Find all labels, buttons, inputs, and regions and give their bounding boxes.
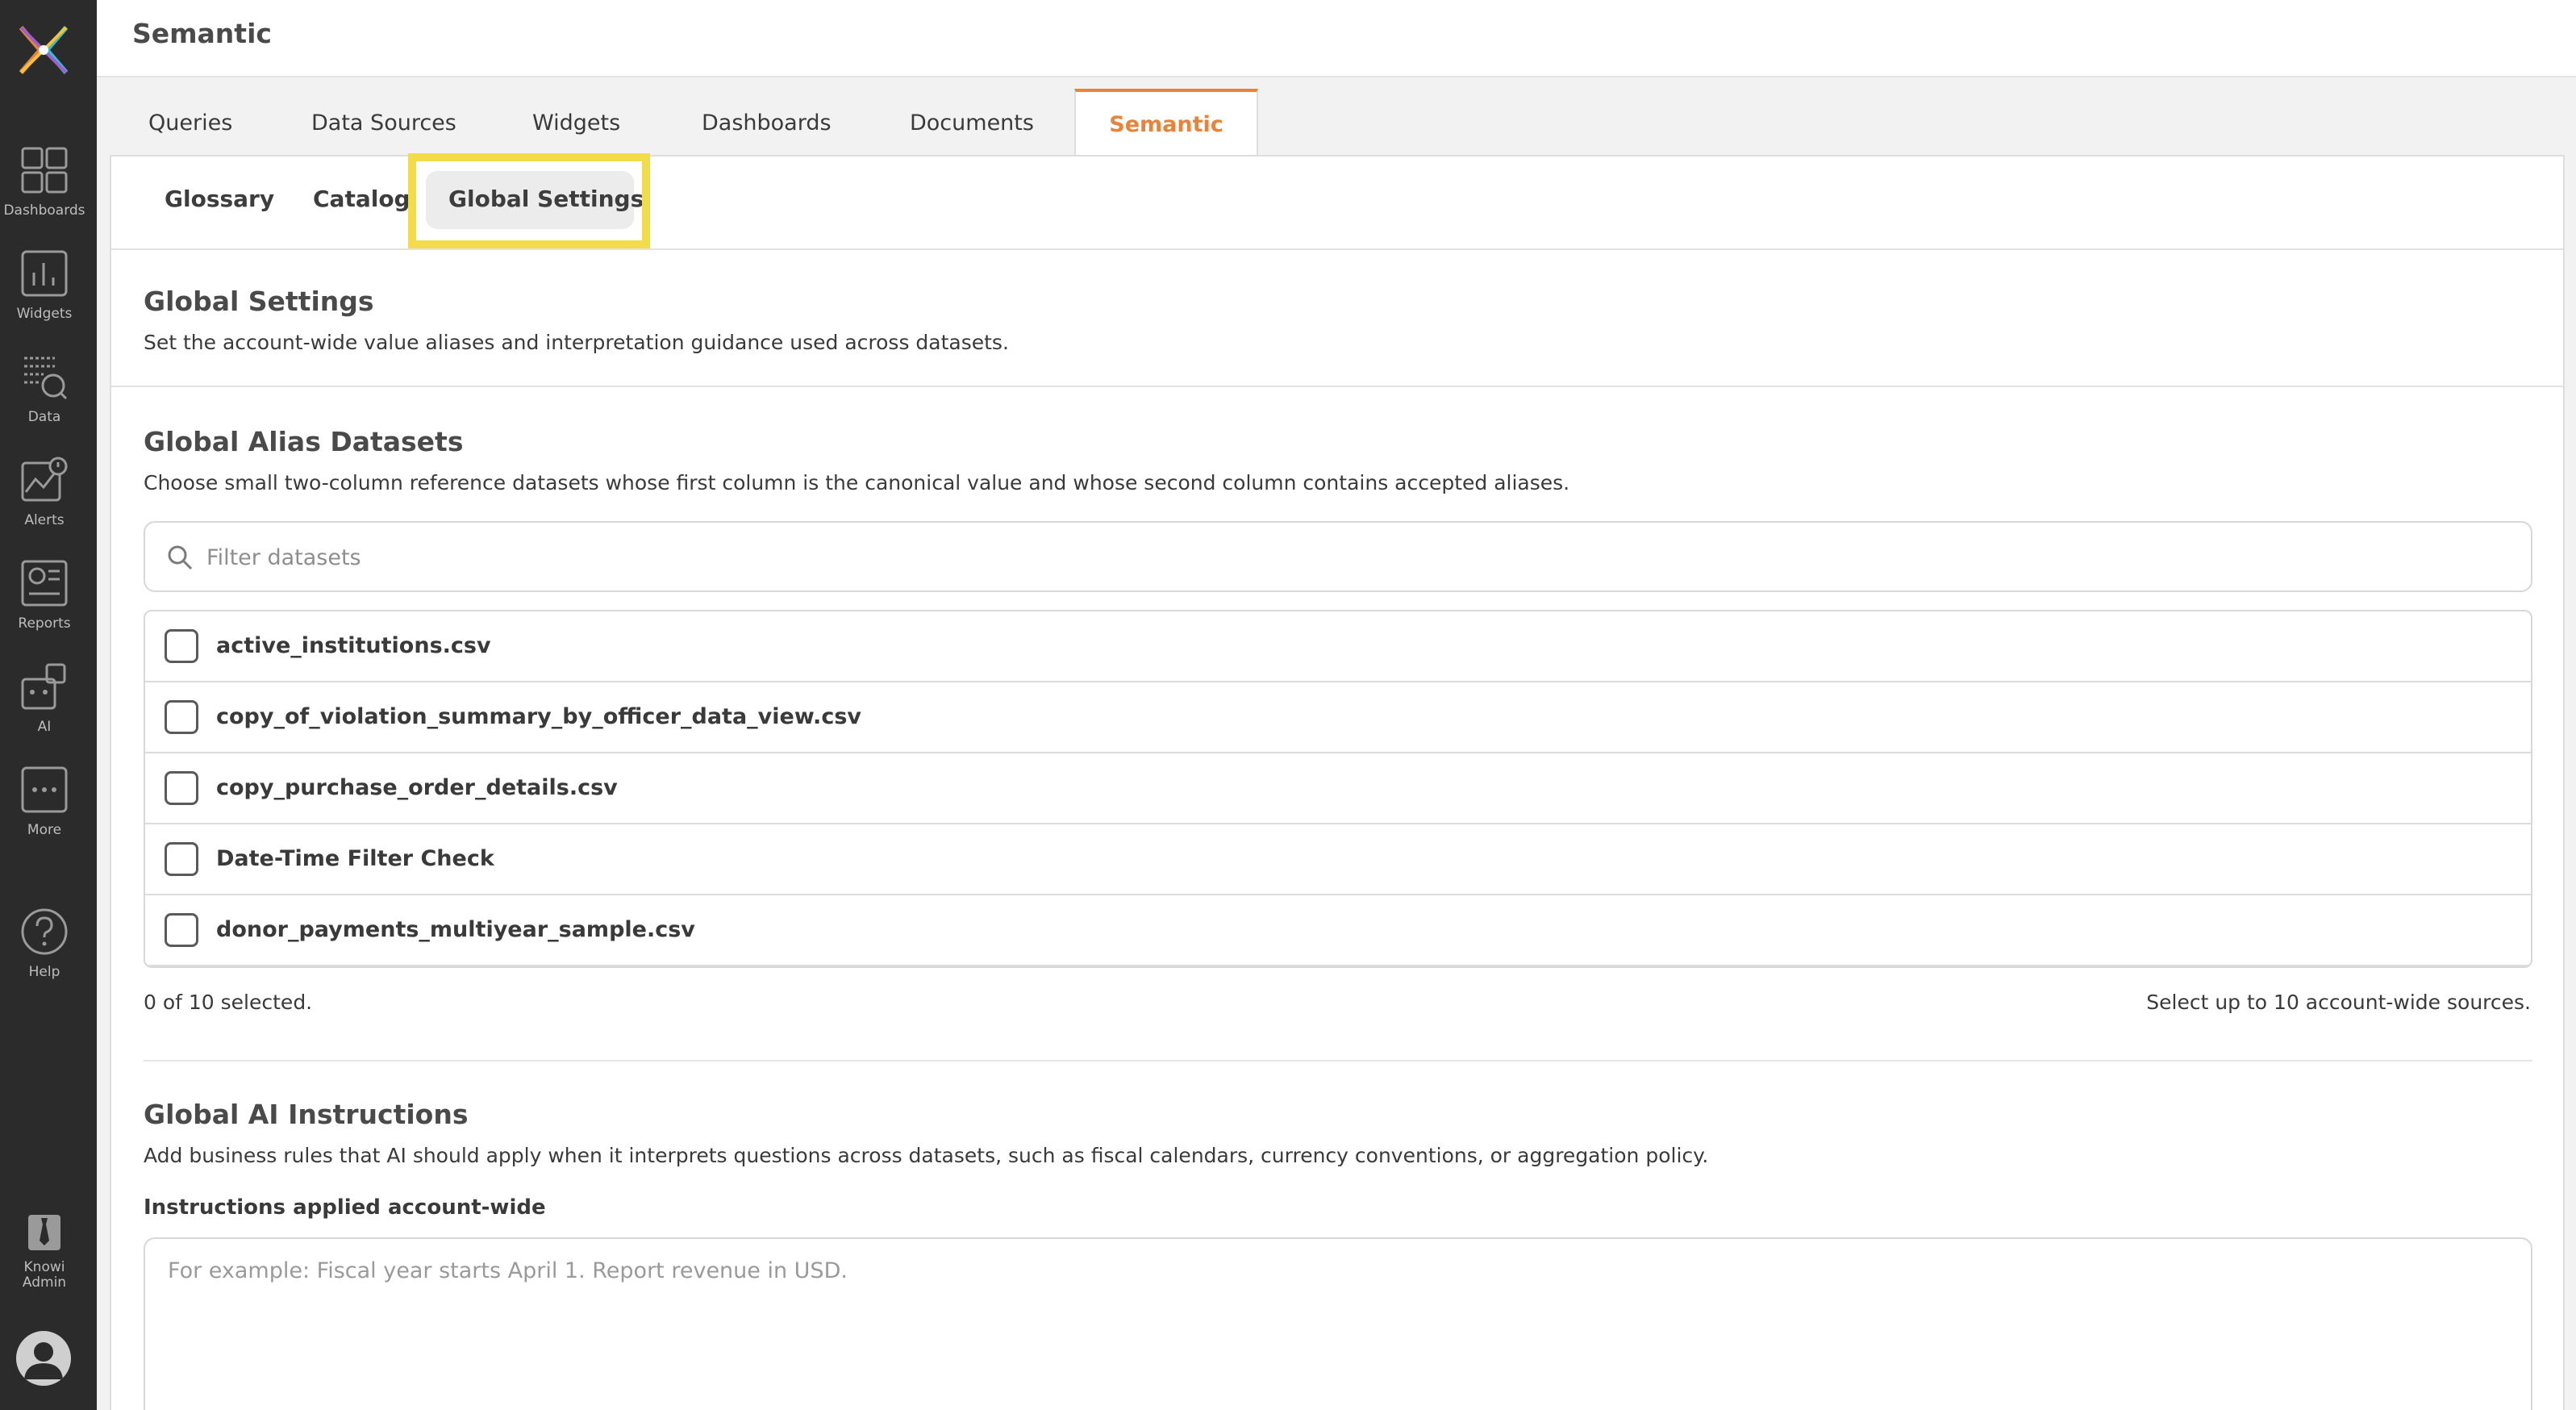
list-item[interactable]: donor_payments_multiyear_sample.csv <box>145 895 2531 966</box>
list-item[interactable]: Date-Time Filter Check <box>145 824 2531 895</box>
tab-data-sources[interactable]: Data Sources <box>311 90 456 156</box>
highlight-box <box>408 153 650 248</box>
search-icon <box>168 545 193 570</box>
sidebar-item-alerts[interactable]: Alerts <box>0 455 89 552</box>
tab-queries[interactable]: Queries <box>148 90 232 156</box>
dataset-checkbox[interactable] <box>165 771 198 805</box>
sidebar-item-label: Reports <box>18 615 71 632</box>
subtab-glossary[interactable]: Glossary <box>165 186 274 212</box>
tab-semantic[interactable]: Semantic <box>1074 89 1258 158</box>
dataset-name: copy_of_violation_summary_by_officer_dat… <box>216 704 861 729</box>
tab-dashboards[interactable]: Dashboards <box>702 90 832 156</box>
sidebar-item-admin[interactable]: Knowi Admin <box>0 1213 89 1310</box>
tab-widgets[interactable]: Widgets <box>532 90 620 156</box>
sidebar-item-label: Knowi Admin <box>22 1259 67 1291</box>
avatar[interactable] <box>16 1331 71 1386</box>
dataset-list: active_institutions.csv copy_of_violatio… <box>144 610 2532 968</box>
filter-datasets-input[interactable] <box>206 537 2505 578</box>
sidebar-item-ai[interactable]: AI <box>0 661 89 758</box>
global-settings-description: Set the account-wide value aliases and i… <box>144 331 1009 354</box>
sidebar-item-label: Dashboards <box>3 202 85 219</box>
selected-count: 0 of 10 selected. <box>144 991 313 1014</box>
alias-datasets-description: Choose small two-column reference datase… <box>144 471 1570 494</box>
ai-icon <box>21 663 66 710</box>
reports-icon <box>21 560 68 607</box>
alias-datasets-title: Global Alias Datasets <box>144 426 464 457</box>
sidebar-item-label: More <box>27 822 62 838</box>
dashboards-icon <box>21 147 68 194</box>
content-card: Glossary Catalog Global Settings Global … <box>110 153 2565 1410</box>
dataset-name: Date-Time Filter Check <box>216 846 494 871</box>
dataset-filter <box>144 521 2532 592</box>
more-icon <box>21 766 68 813</box>
data-icon <box>24 357 68 400</box>
list-item[interactable]: active_institutions.csv <box>145 611 2531 682</box>
page-title: Semantic <box>132 18 272 49</box>
knowi-logo-icon[interactable] <box>16 23 71 77</box>
sidebar-item-dashboards[interactable]: Dashboards <box>0 145 89 242</box>
widgets-icon <box>21 250 68 297</box>
dataset-checkbox[interactable] <box>165 842 198 876</box>
sidebar-item-widgets[interactable]: Widgets <box>0 248 89 345</box>
sidebar-item-label: AI <box>37 719 52 735</box>
ai-instructions-title: Global AI Instructions <box>144 1099 469 1130</box>
tab-documents[interactable]: Documents <box>910 90 1034 156</box>
sidebar-item-reports[interactable]: Reports <box>0 558 89 655</box>
sidebar-item-more[interactable]: More <box>0 765 89 861</box>
sub-tabs: Glossary Catalog Global Settings <box>111 153 2563 250</box>
help-icon <box>21 908 68 955</box>
instructions-label: Instructions applied account-wide <box>144 1195 546 1220</box>
dataset-checkbox[interactable] <box>165 700 198 734</box>
page-header: Semantic <box>97 0 2576 77</box>
sidebar: Dashboards Widgets Data Alerts Reports A… <box>0 0 97 1410</box>
sidebar-item-data[interactable]: Data <box>0 352 89 448</box>
global-settings-title: Global Settings <box>144 286 374 317</box>
dataset-checkbox[interactable] <box>165 913 198 947</box>
selection-limit-note: Select up to 10 account-wide sources. <box>2146 991 2531 1014</box>
sidebar-item-label: Data <box>27 409 61 425</box>
dataset-checkbox[interactable] <box>165 629 198 663</box>
sidebar-item-label: Help <box>28 964 60 980</box>
sidebar-item-help[interactable]: Help <box>0 907 89 1003</box>
dataset-name: active_institutions.csv <box>216 633 491 658</box>
divider <box>111 386 2563 387</box>
dataset-name: donor_payments_multiyear_sample.csv <box>216 917 695 942</box>
admin-icon <box>28 1215 60 1250</box>
divider <box>144 1060 2532 1062</box>
alerts-icon <box>21 457 68 502</box>
subtab-catalog[interactable]: Catalog <box>313 186 411 212</box>
user-icon <box>24 1342 63 1379</box>
dataset-name: copy_purchase_order_details.csv <box>216 775 618 800</box>
ai-instructions-description: Add business rules that AI should apply … <box>144 1144 1709 1167</box>
sidebar-item-label: Alerts <box>24 512 65 528</box>
list-item[interactable]: copy_of_violation_summary_by_officer_dat… <box>145 682 2531 753</box>
sidebar-item-label: Widgets <box>16 306 73 322</box>
instructions-textarea[interactable] <box>144 1237 2532 1410</box>
list-item[interactable]: copy_purchase_order_details.csv <box>145 753 2531 824</box>
